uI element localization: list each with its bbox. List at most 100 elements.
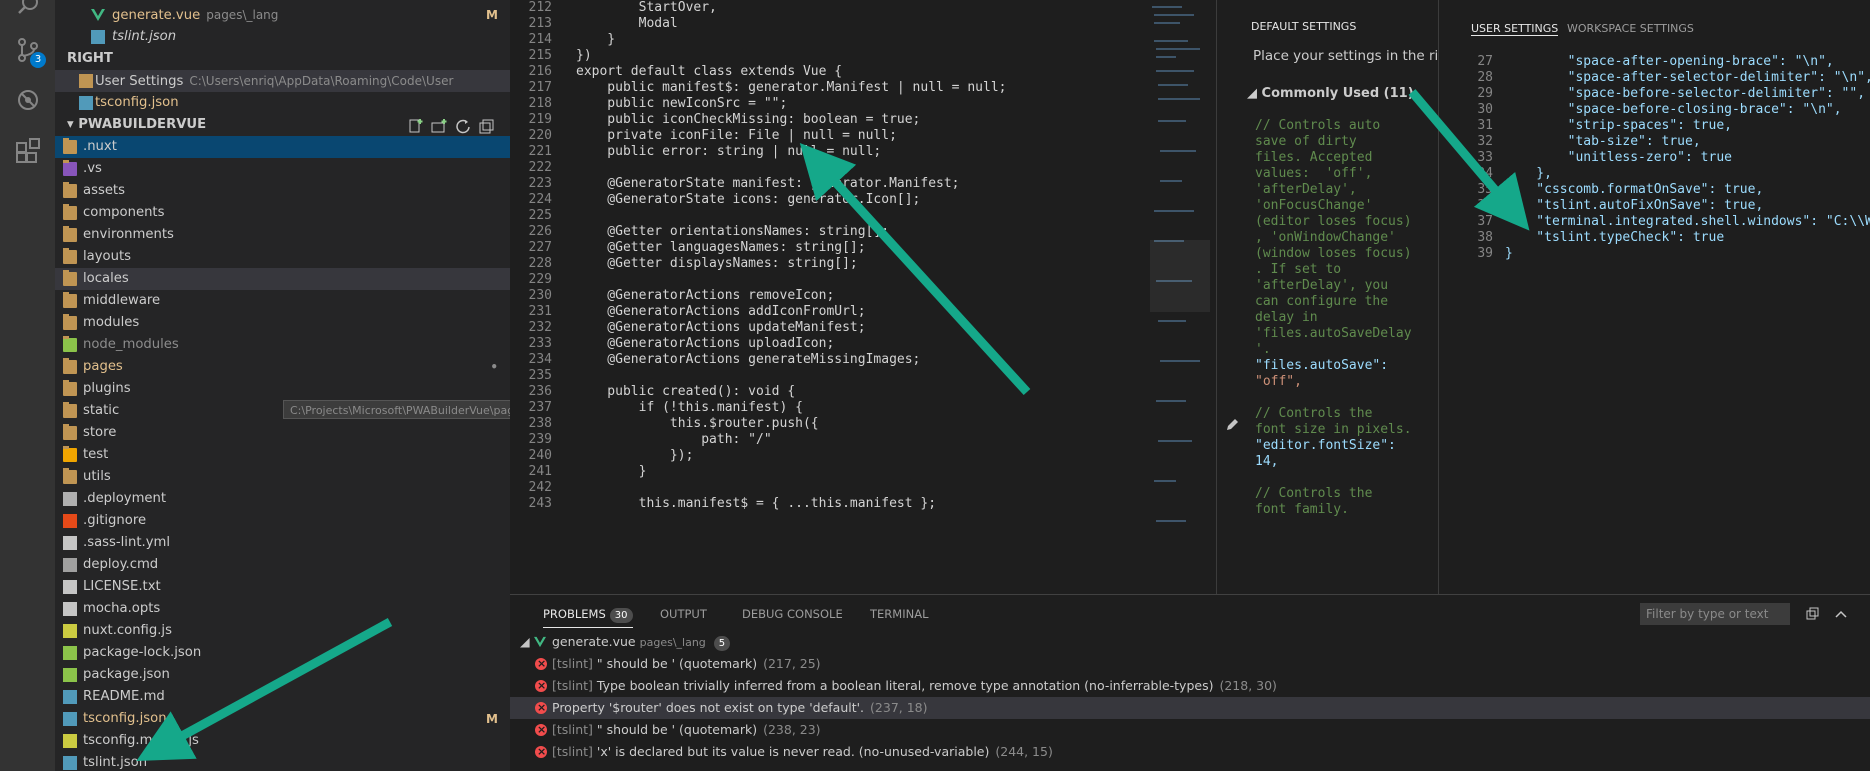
explorer-item-mark: M <box>486 712 498 726</box>
open-editor-desc: pages\_lang <box>206 8 279 22</box>
problem-file-count: 5 <box>713 636 731 651</box>
explorer-item-label: pages <box>83 359 123 374</box>
explorer-item-label: deploy.cmd <box>83 557 159 572</box>
modified-mark: M <box>486 8 498 22</box>
explorer-item-label: test <box>83 447 109 462</box>
tab-workspace-settings[interactable]: WORKSPACE SETTINGS <box>1567 22 1694 35</box>
place-settings-text: Place your settings in the righ <box>1253 48 1456 64</box>
extensions-icon[interactable] <box>14 136 42 164</box>
problems-count-badge: 30 <box>609 608 633 623</box>
commonly-used-group[interactable]: ◢ Commonly Used (11) <box>1247 86 1414 101</box>
right-editor-user-settings[interactable]: User Settings C:\Users\enriq\AppData\Roam… <box>55 70 510 92</box>
explorer-item[interactable]: README.md <box>55 686 510 708</box>
line-source: "tslint.typeCheck": true <box>1505 230 1725 245</box>
explorer-item[interactable]: test <box>55 444 510 466</box>
problem-file-group[interactable]: ◢ generate.vue pages\_lang 5 <box>510 631 1870 653</box>
explorer-item[interactable]: deploy.cmd <box>55 554 510 576</box>
problem-row[interactable]: [tslint] 'x' is declared but its value i… <box>510 741 1870 763</box>
file-icon <box>63 646 77 660</box>
debug-icon[interactable] <box>14 86 42 114</box>
explorer-item[interactable]: LICENSE.txt <box>55 576 510 598</box>
problem-position: (237, 18) <box>870 700 928 715</box>
explorer-item[interactable]: middleware <box>55 290 510 312</box>
explorer-item[interactable]: .deployment <box>55 488 510 510</box>
problem-position: (238, 23) <box>763 722 821 737</box>
tab-terminal[interactable]: TERMINAL <box>870 607 928 621</box>
chevron-up-icon[interactable] <box>1834 607 1848 621</box>
line-source: this.manifest$ = { ...this.manifest }; <box>576 496 937 511</box>
refresh-icon[interactable] <box>455 118 471 134</box>
folder-icon <box>63 204 77 220</box>
activity-bar: 3 <box>0 0 55 771</box>
explorer-item[interactable]: package-lock.json <box>55 642 510 664</box>
error-icon <box>535 653 547 675</box>
explorer-item[interactable]: package.json <box>55 664 510 686</box>
explorer-sidebar: generate.vue pages\_lang M tslint.json RI… <box>55 0 510 771</box>
folder-icon <box>63 336 77 352</box>
explorer-item[interactable]: node_modules <box>55 334 510 356</box>
explorer-item[interactable]: pages • <box>55 356 510 378</box>
problem-row[interactable]: Property '$router' does not exist on typ… <box>510 697 1870 719</box>
open-editor-name: tslint.json <box>112 29 177 44</box>
folder-icon <box>63 292 77 308</box>
problem-row[interactable]: [tslint] " should be ' (quotemark) (217, … <box>510 653 1870 675</box>
explorer-item-label: README.md <box>83 689 165 704</box>
tab-user-settings[interactable]: USER SETTINGS <box>1471 22 1559 36</box>
problem-message: " should be ' (quotemark) <box>592 722 758 737</box>
right-editor-name: tsconfig.json <box>95 95 179 110</box>
tab-debug-console[interactable]: DEBUG CONSOLE <box>742 607 843 621</box>
problem-source: [tslint] <box>552 722 593 737</box>
explorer-item[interactable]: .vs <box>55 158 510 180</box>
search-icon[interactable] <box>14 0 42 20</box>
explorer-item[interactable]: store <box>55 422 510 444</box>
minimap[interactable] <box>1150 0 1210 580</box>
explorer-item[interactable]: locales <box>55 268 510 290</box>
path-tooltip: C:\Projects\Microsoft\PWABuilderVue\page… <box>283 400 510 419</box>
problem-row[interactable]: [tslint] " should be ' (quotemark) (238, … <box>510 719 1870 741</box>
explorer-item[interactable]: utils <box>55 466 510 488</box>
explorer-item-label: modules <box>83 315 140 330</box>
new-file-icon[interactable] <box>407 118 423 134</box>
explorer-item[interactable]: plugins <box>55 378 510 400</box>
open-editor-generate-vue[interactable]: generate.vue pages\_lang M <box>55 4 510 26</box>
explorer-item[interactable]: mocha.opts <box>55 598 510 620</box>
tab-problems[interactable]: PROBLEMS 30 <box>543 607 633 628</box>
collapse-all-icon[interactable] <box>479 118 495 134</box>
collapse-panel-icon[interactable] <box>1806 607 1820 621</box>
explorer-item-label: .deployment <box>83 491 167 506</box>
ts-json-icon <box>79 96 93 110</box>
folder-icon <box>63 358 77 374</box>
explorer-item-label: package-lock.json <box>83 645 202 660</box>
group-label: RIGHT <box>67 51 113 66</box>
explorer-item[interactable]: modules <box>55 312 510 334</box>
explorer-item[interactable]: tsconfig.mocha.js <box>55 730 510 752</box>
line-number: 243 <box>528 496 552 511</box>
explorer-item-label: store <box>83 425 117 440</box>
scm-badge: 3 <box>30 52 46 68</box>
folder-icon <box>63 182 77 198</box>
code-editor[interactable]: 212 StartOver, 213 Modal 214 } 215}) 216 expo… <box>510 0 1216 594</box>
explorer-item[interactable]: layouts <box>55 246 510 268</box>
explorer-item[interactable]: tslint.json <box>55 752 510 771</box>
explorer-item-label: assets <box>83 183 125 198</box>
new-folder-icon[interactable] <box>431 118 447 134</box>
explorer-item[interactable]: .nuxt <box>55 136 510 158</box>
explorer-item[interactable]: assets <box>55 180 510 202</box>
line-source: } <box>1505 246 1513 261</box>
open-editor-tslint-json[interactable]: tslint.json <box>55 26 510 48</box>
explorer-item[interactable]: components <box>55 202 510 224</box>
explorer-item-label: environments <box>83 227 174 242</box>
explorer-item[interactable]: .gitignore <box>55 510 510 532</box>
explorer-item[interactable]: environments <box>55 224 510 246</box>
right-editor-tsconfig[interactable]: tsconfig.json <box>55 92 510 114</box>
explorer-item[interactable]: tsconfig.json M <box>55 708 510 730</box>
explorer-item-label: components <box>83 205 165 220</box>
file-icon <box>63 492 77 506</box>
tab-output[interactable]: OUTPUT <box>660 607 707 621</box>
explorer-item[interactable]: .sass-lint.yml <box>55 532 510 554</box>
problems-filter-input[interactable]: Filter by type or text <box>1640 603 1790 625</box>
explorer-item-mark: • <box>490 360 498 374</box>
explorer-item[interactable]: nuxt.config.js <box>55 620 510 642</box>
problem-row[interactable]: [tslint] Type boolean trivially inferred… <box>510 675 1870 697</box>
edit-pencil-icon[interactable] <box>1225 418 1239 432</box>
